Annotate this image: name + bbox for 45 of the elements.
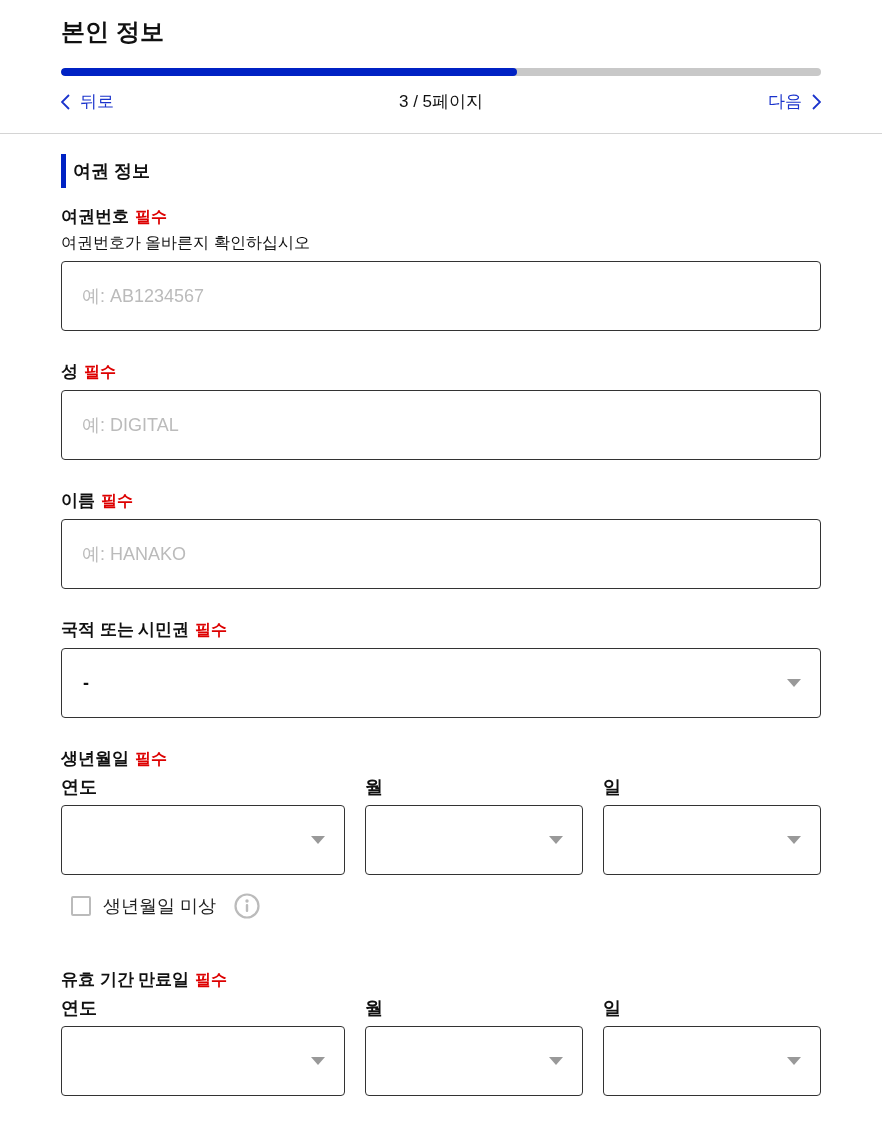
- date-part-label: 월: [364, 776, 384, 799]
- dropdown-field[interactable]: -: [61, 648, 821, 718]
- dropdown-field[interactable]: [61, 1026, 345, 1096]
- dropdown-field[interactable]: [364, 805, 583, 875]
- chevron-right-icon: [812, 94, 821, 110]
- date-part-label: 일: [602, 997, 622, 1020]
- text-input-field[interactable]: 예: HANAKO: [61, 519, 821, 589]
- date-part-label: 월: [364, 997, 384, 1020]
- caret-down-icon: [548, 836, 563, 844]
- field-label: 여권번호: [61, 206, 129, 228]
- field-label: 생년월일: [61, 748, 129, 770]
- date-part-label: 연도: [61, 776, 98, 799]
- text-input-field[interactable]: 예: AB1234567: [61, 261, 821, 331]
- back-button[interactable]: 뒤로: [61, 89, 114, 115]
- section-heading: 여권 정보: [61, 154, 821, 188]
- checkbox-label[interactable]: 생년월일 미상: [103, 893, 216, 919]
- caret-down-icon: [787, 836, 801, 844]
- caret-down-icon: [310, 1057, 325, 1065]
- page-indicator: 3 / 5페이지: [398, 91, 484, 113]
- required-tag: 필수: [101, 488, 133, 514]
- required-tag: 필수: [135, 204, 167, 230]
- next-button[interactable]: 다음: [768, 89, 821, 115]
- field-label: 유효 기간 만료일: [61, 969, 190, 991]
- required-tag: 필수: [135, 746, 167, 772]
- field-label: 국적 또는 시민권: [61, 619, 190, 641]
- dropdown-field[interactable]: [602, 1026, 821, 1096]
- date-part-label: 일: [602, 776, 622, 799]
- required-tag: 필수: [195, 967, 228, 993]
- caret-down-icon: [310, 836, 325, 844]
- dropdown-field[interactable]: [602, 805, 821, 875]
- required-tag: 필수: [84, 359, 116, 385]
- caret-down-icon: [548, 1057, 563, 1065]
- checkbox[interactable]: [71, 896, 91, 916]
- dropdown-field[interactable]: [61, 805, 345, 875]
- required-tag: 필수: [195, 617, 228, 643]
- text-input-field[interactable]: 예: DIGITAL: [61, 390, 821, 460]
- field-hint: 여권번호가 올바른지 확인하십시오: [61, 233, 311, 253]
- caret-down-icon: [787, 1057, 801, 1065]
- date-part-label: 연도: [61, 997, 98, 1020]
- field-label: 성: [61, 361, 78, 383]
- dropdown-field[interactable]: [364, 1026, 583, 1096]
- field-label: 이름: [61, 490, 95, 512]
- page-title: 본인 정보: [61, 17, 164, 47]
- chevron-left-icon: [61, 94, 70, 110]
- caret-down-icon: [787, 679, 801, 687]
